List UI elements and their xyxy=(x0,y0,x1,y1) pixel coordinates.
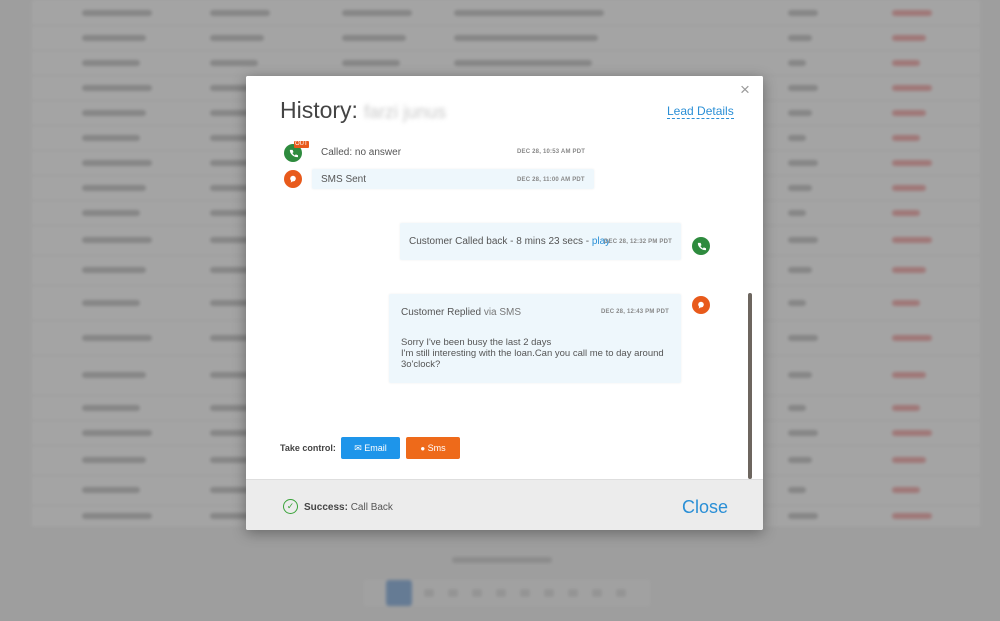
take-control-label: Take control: xyxy=(280,443,336,453)
reply-message-line-2: I'm still interesting with the loan.Can … xyxy=(401,348,664,359)
event-called-text: Called: no answer xyxy=(321,147,402,158)
timeline-scrollbar[interactable] xyxy=(748,293,752,479)
event-sms-text: SMS Sent xyxy=(321,174,367,185)
phone-icon xyxy=(692,237,710,255)
event-callback-time: DEC 28, 12:32 PM PDT xyxy=(604,239,673,245)
email-icon: ✉ xyxy=(354,443,362,453)
email-button-label: Email xyxy=(364,443,387,453)
history-modal: History: farzi junus Lead Details × OUT C… xyxy=(246,76,763,530)
close-button[interactable]: Close xyxy=(682,497,728,518)
event-sms-time: DEC 28, 11:00 AM PDT xyxy=(517,177,585,183)
reply-message-line-1: Sorry I've been busy the last 2 days xyxy=(401,337,552,348)
sms-reply-bubble: Customer Replied via SMS DEC 28, 12:43 P… xyxy=(389,294,681,383)
title-prefix: History: xyxy=(280,97,358,123)
sms-sent-bubble: SMS Sent DEC 28, 11:00 AM PDT xyxy=(312,169,594,189)
history-timeline[interactable]: OUT Called: no answer DEC 28, 10:53 AM P… xyxy=(246,139,763,479)
phone-icon: OUT xyxy=(284,141,309,162)
title-lead-name: farzi junus xyxy=(363,102,446,122)
reply-message-line-3: 3o'clock? xyxy=(401,359,441,370)
called-back-bubble: Customer Called back - 8 mins 23 secs - … xyxy=(400,223,681,260)
modal-title: History: farzi junus xyxy=(280,97,446,124)
sms-icon xyxy=(284,170,302,188)
event-called-time: DEC 28, 10:53 AM PDT xyxy=(517,149,586,155)
outgoing-badge: OUT xyxy=(294,141,309,148)
sms-button-label: Sms xyxy=(427,443,446,453)
event-reply-time: DEC 28, 12:43 PM PDT xyxy=(601,309,670,315)
event-callback-text: Customer Called back - 8 mins 23 secs - … xyxy=(409,236,611,247)
sms-icon xyxy=(692,296,710,314)
modal-header: History: farzi junus Lead Details × xyxy=(246,76,763,139)
event-reply-title: Customer Replied via SMS xyxy=(401,307,522,318)
chat-icon: ● xyxy=(420,444,426,453)
lead-details-link[interactable]: Lead Details xyxy=(667,104,734,119)
success-status: Success: Call Back xyxy=(304,502,393,513)
check-circle-icon: ✓ xyxy=(283,499,298,514)
email-button[interactable]: ✉ Email xyxy=(341,437,400,459)
close-icon[interactable]: × xyxy=(740,80,750,100)
modal-footer: ✓ Success: Call Back Close xyxy=(246,479,763,530)
sms-button[interactable]: ● Sms xyxy=(406,437,460,459)
